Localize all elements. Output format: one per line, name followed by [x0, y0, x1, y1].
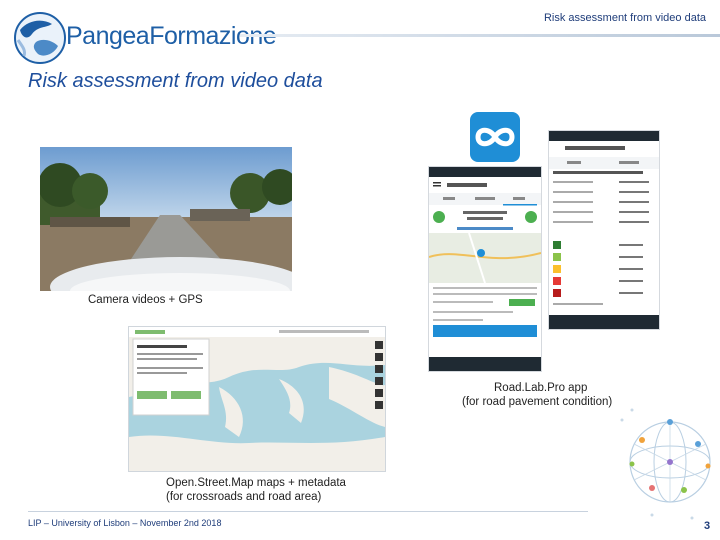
- roadlab-app-icon: [470, 112, 520, 162]
- openstreetmap-screenshot: [128, 326, 386, 472]
- footer-text: LIP – University of Lisbon – November 2n…: [28, 518, 222, 528]
- header-rule: [240, 34, 720, 37]
- page-number: 3: [704, 520, 711, 532]
- roadlab-screenshot-survey: [428, 166, 542, 372]
- decorative-network-globe-icon: [612, 400, 716, 528]
- osm-caption-line2: (for crossroads and road area): [166, 491, 322, 503]
- roadlab-caption-line2: (for road pavement condition): [462, 396, 613, 408]
- footer-rule: [28, 511, 588, 512]
- camera-caption: Camera videos + GPS: [88, 294, 203, 306]
- globe-logo-icon: [14, 12, 66, 64]
- roadlab-caption-line1: Road.Lab.Pro app: [494, 382, 588, 394]
- osm-caption-line1: Open.Street.Map maps + metadata: [166, 477, 346, 489]
- slide-title: Risk assessment from video data: [28, 70, 323, 92]
- camera-video-frame: [40, 147, 292, 291]
- roadlab-screenshot-roughness: [548, 130, 660, 330]
- running-title: Risk assessment from video data: [543, 12, 706, 24]
